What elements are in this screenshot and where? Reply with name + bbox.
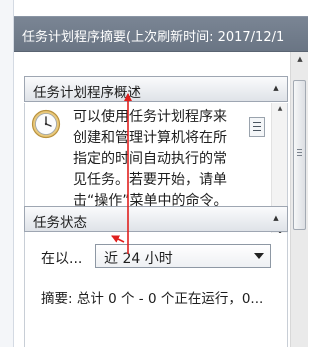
overview-line: 指定的时间自动执行的常 — [73, 151, 227, 167]
overview-collapse-icon[interactable]: ▲ — [271, 83, 281, 93]
period-select[interactable]: 近 24 小时 — [95, 244, 271, 268]
status-panel-header[interactable]: 任务状态 ▲ — [24, 206, 288, 232]
status-panel-body: 在以... 近 24 小时 摘要: 总计 0 个 - 0 个正在运行，0... — [24, 233, 288, 347]
scroll-up-icon[interactable]: ▲ — [272, 103, 287, 115]
dropdown-arrow-icon[interactable] — [254, 253, 264, 259]
overview-line: 创建和管理计算机将在所 — [73, 130, 227, 146]
summary-title-bar: 任务计划程序摘要(上次刷新时间: 2017/12/1 — [14, 16, 308, 52]
overview-description: 可以使用任务计划程序来 创建和管理计算机将在所 指定的时间自动执行的常 见任务。… — [73, 107, 253, 212]
document-list-icon — [249, 117, 265, 137]
overview-panel-title: 任务计划程序概述 — [33, 85, 141, 101]
summary-title: 任务计划程序摘要(上次刷新时间: 2017/12/1 — [22, 30, 285, 45]
status-collapse-icon[interactable]: ▲ — [271, 213, 281, 223]
overview-line: 可以使用任务计划程序来 — [73, 109, 227, 125]
status-summary: 摘要: 总计 0 个 - 0 个正在运行，0... — [41, 291, 264, 307]
clock-icon — [31, 109, 61, 139]
summary-content: 任务计划程序概述 ▲ 可以使用任务计划程序来 创建和管理计算机将在所 指定的时间… — [14, 52, 308, 347]
scrollbar-thumb[interactable] — [293, 80, 306, 230]
navigation-pane-edge — [0, 0, 14, 347]
period-label: 在以... — [41, 251, 83, 267]
scroll-up-icon[interactable]: ▲ — [291, 52, 309, 66]
overview-panel-header[interactable]: 任务计划程序概述 ▲ — [24, 76, 288, 102]
overview-line: 见任务。若要开始，请单 — [73, 172, 227, 188]
content-scrollbar[interactable]: ▲ — [290, 52, 308, 347]
period-value: 近 24 小时 — [104, 251, 173, 267]
status-panel-title: 任务状态 — [33, 215, 87, 231]
